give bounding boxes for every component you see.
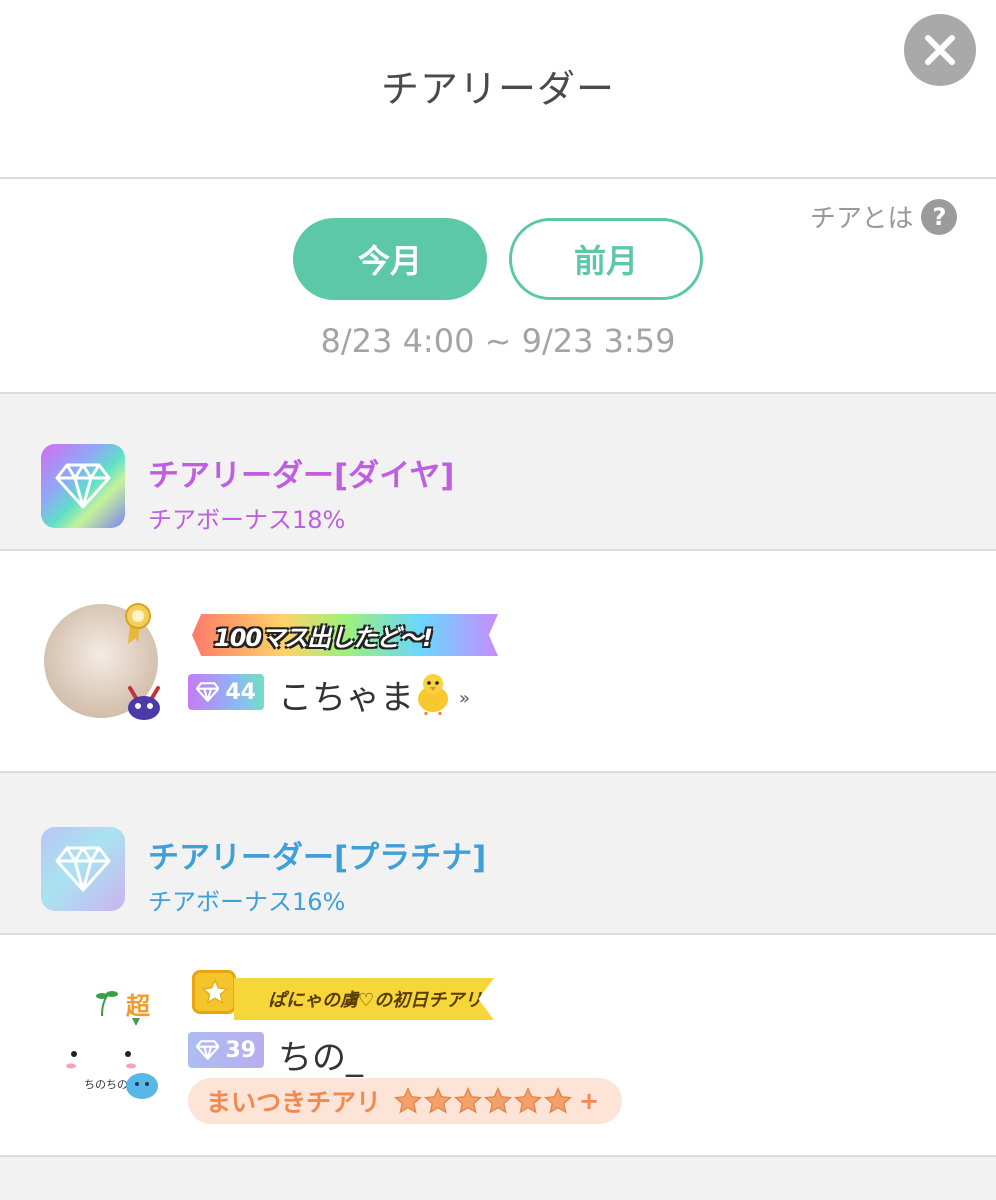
monthly-plus: + [579, 1087, 600, 1115]
title-banner-text: ぱにゃの虜♡の初日チアリ [268, 990, 483, 1011]
username[interactable]: ちの_ [278, 1030, 363, 1079]
baby-chick-icon [418, 674, 448, 715]
tab-this-month[interactable]: 今月 [293, 218, 487, 300]
avatar-caption: ちのちの [84, 1078, 128, 1091]
tier-bonus-platinum: チアボーナス16% [148, 888, 346, 916]
monthly-stars [393, 1086, 573, 1116]
close-icon [925, 35, 955, 65]
platinum-tier-icon [41, 827, 125, 911]
tier-name-diamond: チアリーダー[ダイヤ] [148, 458, 455, 494]
period-range: 8/23 4:00 ~ 9/23 3:59 [320, 322, 676, 360]
star-icon [544, 1086, 573, 1114]
monthly-cheer-badge: まいつきチアリ + [188, 1078, 622, 1124]
question-icon: ? [921, 198, 958, 235]
devil-icon [128, 686, 160, 720]
star-badge [192, 970, 236, 1014]
username-suffix: » [459, 688, 471, 709]
modal-header: チアリーダー [0, 0, 996, 178]
avatar-drawing: 超 ちのちの [66, 991, 158, 1099]
page-title: チアリーダー [380, 67, 615, 111]
diamond-icon [196, 1040, 220, 1060]
diamond-icon [55, 846, 111, 892]
diamond-tier-icon [41, 444, 125, 528]
divider [0, 177, 996, 179]
title-banner-text: 100マス出したど〜! [214, 623, 433, 652]
star-icon [514, 1086, 543, 1114]
avatar[interactable]: 超 ちのちの [44, 980, 158, 1104]
star-icon [424, 1086, 453, 1114]
help-link-label: チアとは [810, 204, 914, 234]
star-icon [394, 1086, 423, 1114]
next-tier-band [0, 1157, 996, 1200]
star-icon [484, 1086, 513, 1114]
cheer-count-badge: 44 [188, 674, 264, 710]
what-is-cheer-link[interactable]: チアとは ? [810, 198, 958, 235]
diamond-icon [196, 682, 220, 702]
title-banner: ぱにゃの虜♡の初日チアリ [234, 978, 494, 1020]
medal-icon [125, 603, 151, 644]
username[interactable]: こちゃま [278, 670, 414, 719]
cheer-count: 39 [225, 1037, 256, 1063]
tier-bonus-diamond: チアボーナス18% [148, 506, 346, 534]
close-button[interactable] [904, 14, 976, 86]
cheer-count: 44 [225, 679, 256, 705]
monthly-cheer-label: まいつきチアリ [206, 1088, 382, 1117]
star-icon [201, 978, 229, 1004]
avatar-text: 超 [126, 992, 151, 1020]
tier-name-platinum: チアリーダー[プラチナ] [148, 840, 487, 876]
title-banner: 100マス出したど〜! [192, 614, 498, 656]
star-icon [454, 1086, 483, 1114]
diamond-icon [55, 463, 111, 509]
cheer-count-badge: 39 [188, 1032, 264, 1068]
tab-last-month[interactable]: 前月 [509, 218, 703, 300]
